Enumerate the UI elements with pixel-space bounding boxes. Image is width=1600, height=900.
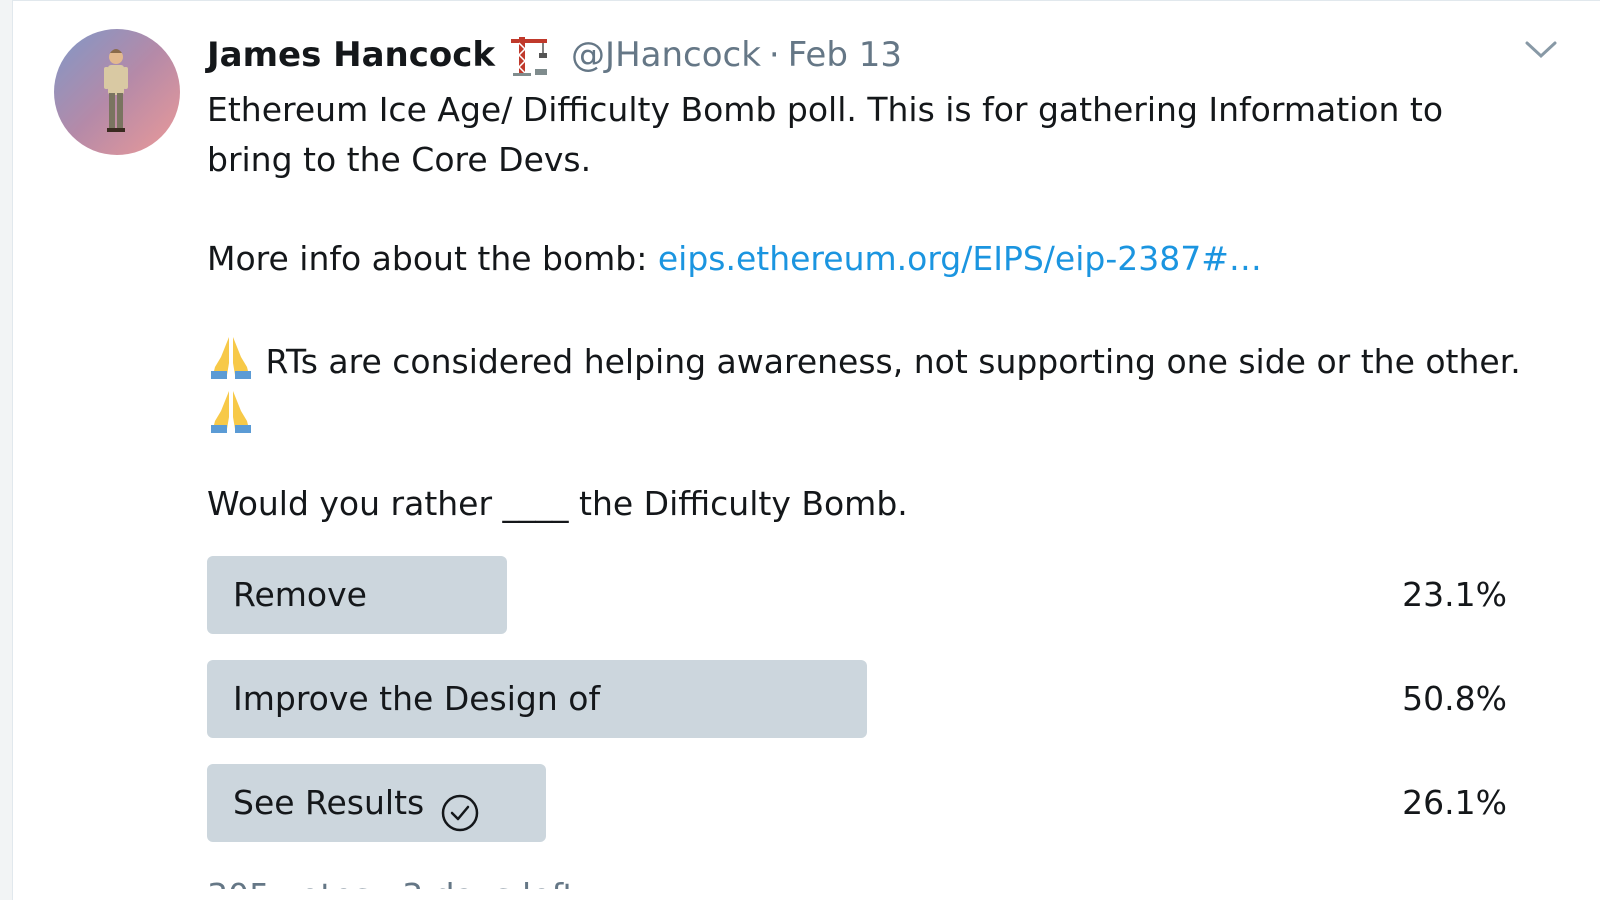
more-info-prefix: More info about the bomb: bbox=[207, 239, 658, 278]
tweet-body: Ethereum Ice Age/ Difficulty Bomb poll. … bbox=[207, 85, 1527, 441]
poll-option-percent: 23.1% bbox=[1402, 575, 1507, 614]
tweet-line-awareness: RTs are considered helping awareness, no… bbox=[207, 333, 1527, 441]
tweet-line-intro: Ethereum Ice Age/ Difficulty Bomb poll. … bbox=[207, 90, 1444, 179]
folded-hands-emoji-icon bbox=[207, 333, 255, 379]
tweet-line-more-info: More info about the bomb: eips.ethereum.… bbox=[207, 234, 1527, 284]
eip-link[interactable]: eips.ethereum.org/EIPS/eip-2387#… bbox=[658, 239, 1262, 278]
poll-option-text: Remove bbox=[233, 575, 367, 614]
poll-option-remove[interactable]: Remove 23.1% bbox=[207, 556, 1507, 634]
poll-option-label: Improve the Design of bbox=[233, 660, 600, 738]
check-circle-icon bbox=[440, 783, 480, 832]
poll-option-label: Remove bbox=[233, 556, 367, 634]
page: James Hancock @JHancock · Feb 13 Ethereu… bbox=[0, 0, 1600, 900]
poll-option-text: See Results bbox=[233, 783, 425, 822]
avatar[interactable] bbox=[54, 29, 180, 155]
author-name[interactable]: James Hancock bbox=[207, 35, 495, 75]
header-separator: · bbox=[768, 35, 780, 75]
chevron-down-icon[interactable] bbox=[1524, 39, 1558, 61]
poll-option-label: See Results bbox=[233, 764, 480, 842]
tweet-date[interactable]: Feb 13 bbox=[788, 35, 902, 75]
poll-option-percent: 50.8% bbox=[1402, 679, 1507, 718]
poll-option-text: Improve the Design of bbox=[233, 679, 601, 718]
poll-footer: 305 votes · 3 days left bbox=[207, 871, 575, 889]
poll-option-percent: 26.1% bbox=[1402, 783, 1507, 822]
tweet-card[interactable]: James Hancock @JHancock · Feb 13 Ethereu… bbox=[12, 0, 1600, 900]
tweet-header: James Hancock @JHancock · Feb 13 bbox=[207, 31, 902, 79]
poll-question: Would you rather ____ the Difficulty Bom… bbox=[207, 484, 908, 523]
avatar-person-illustration bbox=[104, 49, 128, 132]
folded-hands-emoji-icon bbox=[207, 387, 255, 433]
poll-option-improve[interactable]: Improve the Design of 50.8% bbox=[207, 660, 1507, 738]
poll-option-see-results[interactable]: See Results 26.1% bbox=[207, 764, 1507, 842]
crane-emoji-icon bbox=[507, 33, 553, 77]
awareness-text: RTs are considered helping awareness, no… bbox=[255, 342, 1521, 381]
author-handle[interactable]: @JHancock bbox=[571, 35, 761, 75]
